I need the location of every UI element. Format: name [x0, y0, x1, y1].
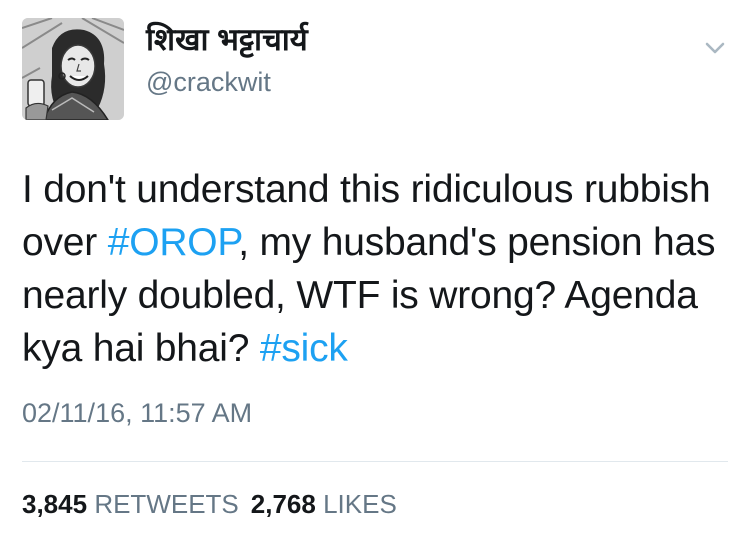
tweet-stats: 3,845 RETWEETS 2,768 LIKES — [22, 488, 397, 520]
likes-label: LIKES — [323, 489, 397, 519]
user-handle[interactable]: @crackwit — [146, 66, 271, 98]
tweet-text: I don't understand this ridiculous rubbi… — [22, 163, 722, 375]
divider — [22, 461, 728, 462]
tweet-card: शिखा भट्टाचार्य @crackwit I don't unders… — [0, 0, 750, 543]
retweets-label: RETWEETS — [94, 489, 239, 519]
avatar-sketch-icon — [22, 18, 124, 120]
likes-count: 2,768 — [250, 489, 316, 519]
display-name[interactable]: शिखा भट्टाचार्य — [146, 22, 308, 58]
tweet-timestamp[interactable]: 02/11/16, 11:57 AM — [22, 396, 252, 430]
likes-stat[interactable]: 2,768 LIKES — [251, 489, 397, 519]
hashtag-link[interactable]: #OROP — [108, 221, 239, 264]
hashtag-link[interactable]: #sick — [260, 327, 348, 370]
chevron-down-icon[interactable] — [700, 36, 730, 60]
retweets-count: 3,845 — [22, 489, 88, 519]
retweets-stat[interactable]: 3,845 RETWEETS — [22, 489, 239, 519]
avatar[interactable] — [22, 18, 124, 120]
